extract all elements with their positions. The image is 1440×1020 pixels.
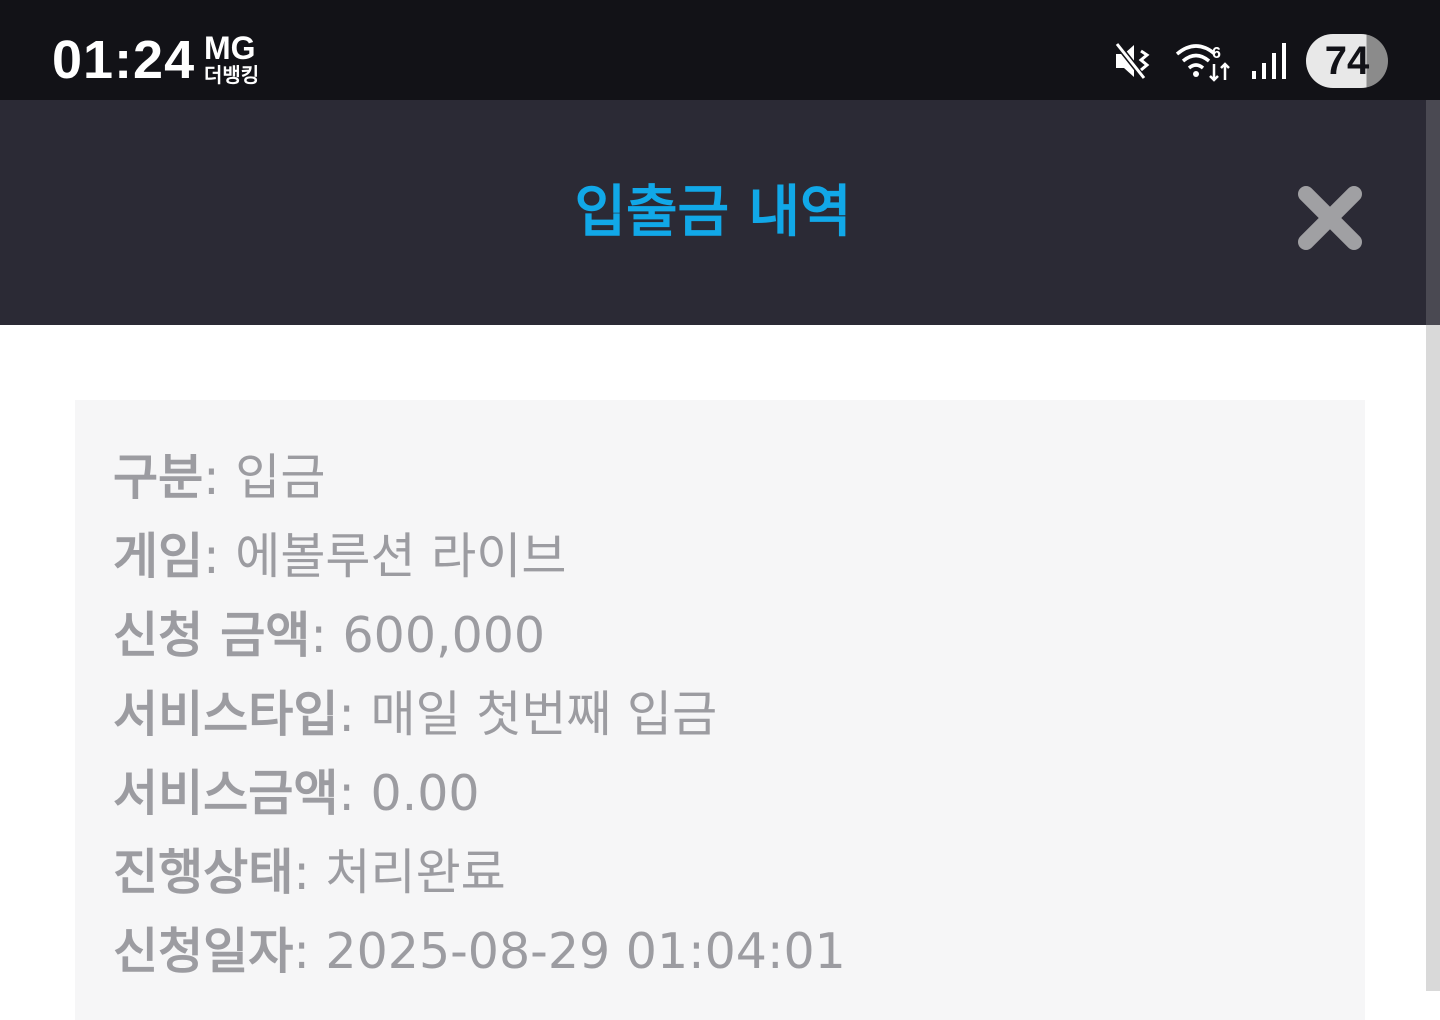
battery-icon: 74 (1306, 34, 1388, 88)
detail-row-game: 게임: 에볼루션 라이브 (113, 528, 567, 585)
detail-value: 2025-08-29 01:04:01 (325, 923, 846, 980)
detail-label: 신청 금액 (113, 607, 311, 664)
detail-label: 진행상태 (113, 844, 294, 901)
svg-text:6: 6 (1212, 45, 1221, 62)
close-icon[interactable] (1294, 182, 1366, 254)
detail-row-status: 진행상태: 처리완료 (113, 844, 506, 901)
detail-value: 0.00 (370, 765, 480, 822)
signal-icon (1252, 43, 1286, 79)
detail-label: 서비스금액 (113, 765, 339, 822)
dialog-header: 입출금 내역 (0, 100, 1426, 325)
carrier-label: MG 더뱅킹 (204, 32, 259, 86)
status-bar: 01:24 MG 더뱅킹 6 74 (0, 0, 1440, 100)
status-clock: 01:24 (52, 30, 196, 90)
detail-row-type: 구분: 입금 (113, 449, 326, 506)
detail-value: 매일 첫번째 입금 (370, 686, 718, 743)
detail-value: 처리완료 (325, 844, 506, 901)
detail-value: 입금 (235, 449, 326, 506)
detail-value: 에볼루션 라이브 (235, 528, 567, 585)
detail-label: 게임 (113, 528, 204, 585)
detail-label: 신청일자 (113, 923, 294, 980)
wifi-icon: 6 (1175, 44, 1230, 82)
carrier-brand: MG (204, 30, 256, 66)
status-icons: 6 74 (1114, 32, 1388, 90)
scrollbar-thumb[interactable] (1426, 100, 1440, 325)
transaction-detail-panel: 구분: 입금 게임: 에볼루션 라이브 신청 금액: 600,000 서비스타입… (75, 400, 1365, 1020)
detail-row-amount: 신청 금액: 600,000 (113, 607, 546, 664)
detail-label: 구분 (113, 449, 204, 506)
detail-row-service-amount: 서비스금액: 0.00 (113, 765, 480, 822)
detail-list: 구분: 입금 게임: 에볼루션 라이브 신청 금액: 600,000 서비스타입… (113, 438, 846, 991)
page-title: 입출금 내역 (574, 180, 852, 245)
carrier-sub: 더뱅킹 (204, 65, 260, 87)
detail-value: 600,000 (342, 607, 546, 664)
detail-label: 서비스타입 (113, 686, 339, 743)
detail-row-date: 신청일자: 2025-08-29 01:04:01 (113, 923, 846, 980)
detail-row-service-type: 서비스타입: 매일 첫번째 입금 (113, 686, 718, 743)
mute-icon (1114, 42, 1150, 80)
